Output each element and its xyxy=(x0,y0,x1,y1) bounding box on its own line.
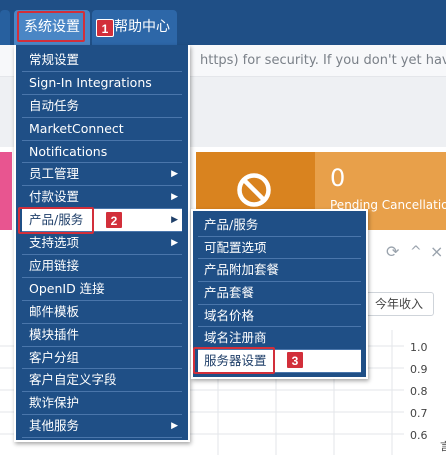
callout-box-2 xyxy=(18,207,94,234)
submenu-item-domain-pricing[interactable]: 域名价格 xyxy=(198,305,361,328)
system-settings-dropdown: 常规设置 Sign-In Integrations 自动任务 MarketCon… xyxy=(14,45,190,442)
menu-item-label: 客户自定义字段 xyxy=(29,372,117,388)
submenu-item-label: 可配置选项 xyxy=(204,239,267,255)
menu-item-general-settings[interactable]: 常规设置 xyxy=(22,49,182,72)
chevron-right-icon: ▶ xyxy=(171,169,178,180)
menu-item-label: 客户分组 xyxy=(29,349,80,365)
menu-item-support-options[interactable]: 支持选项 ▶ xyxy=(22,232,182,256)
menu-item-fraud-protection[interactable]: 欺诈保护 xyxy=(22,392,182,416)
menu-item-sign-in-integrations[interactable]: Sign-In Integrations xyxy=(22,72,182,95)
step-badge-3: 3 xyxy=(286,351,304,369)
menu-item-notifications[interactable]: Notifications xyxy=(22,141,182,164)
stat-card-pink xyxy=(0,152,12,230)
menu-item-custom-client-fields[interactable]: 客户自定义字段 xyxy=(22,369,182,393)
y-tick: 0.9 xyxy=(410,363,428,376)
menu-item-label: OpenID 连接 xyxy=(29,280,105,296)
y-tick: 0.6 xyxy=(410,429,428,442)
chevron-right-icon: ▶ xyxy=(171,238,178,249)
year-income-button[interactable]: 今年收入 xyxy=(364,292,434,316)
submenu-item-configurable-options[interactable]: 可配置选项 xyxy=(198,237,361,260)
menu-item-label: 其他服务 xyxy=(29,418,80,434)
submenu-item-label: 产品附加套餐 xyxy=(204,262,280,278)
submenu-item-product-addons[interactable]: 产品附加套餐 xyxy=(198,259,361,283)
menu-item-automation[interactable]: 自动任务 xyxy=(22,95,182,118)
pending-count: 0 xyxy=(330,164,346,192)
y-tick: 0.7 xyxy=(410,407,428,420)
submenu-item-products-services[interactable]: 产品/服务 xyxy=(198,214,361,237)
submenu-item-label: 域名注册商 xyxy=(204,330,267,346)
menu-item-email-templates[interactable]: 邮件模板 xyxy=(22,301,182,324)
callout-box-1 xyxy=(17,11,85,42)
step-badge-2: 2 xyxy=(105,211,123,229)
y-tick: 1.0 xyxy=(410,341,428,354)
submenu-item-label: 产品/服务 xyxy=(204,217,259,232)
menu-item-client-groups[interactable]: 客户分组 xyxy=(22,347,182,370)
menu-item-openid-connect[interactable]: OpenID 连接 xyxy=(22,278,182,301)
menu-item-app-links[interactable]: 应用链接 xyxy=(22,255,182,278)
menu-item-label: 应用链接 xyxy=(29,258,80,274)
submenu-item-label: 产品套餐 xyxy=(204,285,255,301)
menu-item-label: Notifications xyxy=(29,143,108,159)
menu-item-label: 支持选项 xyxy=(29,235,80,251)
collapse-icon[interactable]: ^ xyxy=(410,244,422,260)
menu-item-staff-management[interactable]: 员工管理 ▶ xyxy=(22,163,182,187)
menu-item-addon-modules[interactable]: 模块插件 xyxy=(22,324,182,347)
menu-item-label: 付款设置 xyxy=(29,189,80,205)
chevron-right-icon: ▶ xyxy=(171,215,178,226)
refresh-icon[interactable]: ⟳ xyxy=(386,242,399,261)
tab-home[interactable] xyxy=(0,10,10,45)
panel-header-tools: ⟳ ^ × xyxy=(370,238,446,268)
menu-item-marketconnect[interactable]: MarketConnect xyxy=(22,118,182,141)
menu-item-label: 自动任务 xyxy=(29,97,80,113)
menu-item-label: 常规设置 xyxy=(29,52,80,67)
notice-text: https) for security. If you don't yet ha… xyxy=(200,53,446,68)
menu-item-label: 欺诈保护 xyxy=(29,395,80,411)
axis-side-label: 言 xyxy=(440,440,446,453)
y-tick: 0.8 xyxy=(410,385,428,398)
ban-icon xyxy=(237,173,271,207)
menu-item-label: MarketConnect xyxy=(29,120,124,136)
menu-item-label: 邮件模板 xyxy=(29,303,80,319)
menu-item-other-services[interactable]: 其他服务 ▶ xyxy=(22,415,182,439)
menu-item-label: 模块插件 xyxy=(29,326,80,342)
chevron-right-icon: ▶ xyxy=(171,421,178,432)
submenu-item-product-bundles[interactable]: 产品套餐 xyxy=(198,282,361,305)
menu-item-payment-settings[interactable]: 付款设置 ▶ xyxy=(22,186,182,210)
tab-label: 帮助中心 xyxy=(114,19,170,35)
step-badge-1: 1 xyxy=(96,19,114,37)
close-icon[interactable]: × xyxy=(430,242,443,261)
submenu-item-label: 域名价格 xyxy=(204,307,255,323)
menu-item-label: Sign-In Integrations xyxy=(29,74,152,90)
callout-box-3 xyxy=(193,347,275,374)
chevron-right-icon: ▶ xyxy=(171,192,178,203)
menu-item-label: 员工管理 xyxy=(29,166,80,182)
